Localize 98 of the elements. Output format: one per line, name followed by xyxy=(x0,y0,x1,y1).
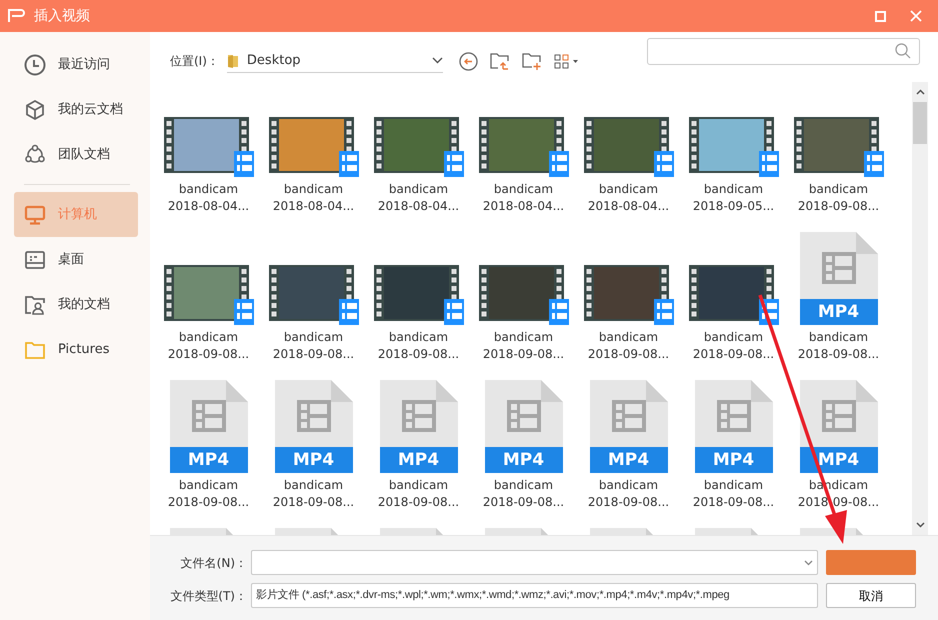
video-thumbnail[interactable] xyxy=(268,263,358,325)
file-date: 2018-09-08... xyxy=(168,494,250,511)
video-thumbnail[interactable] xyxy=(374,115,464,177)
back-icon[interactable] xyxy=(458,52,478,70)
user-folder-icon xyxy=(24,294,46,316)
file-name: bandicam xyxy=(388,181,448,198)
file-date: 2018-09-08... xyxy=(692,346,774,363)
folder-icon xyxy=(226,53,239,68)
scrollbar[interactable] xyxy=(912,82,928,535)
file-name: bandicam xyxy=(598,181,658,198)
chevron-down-icon xyxy=(804,560,813,566)
mp4-file-icon[interactable]: MP4 xyxy=(694,380,772,473)
file-date: 2018-09-08... xyxy=(482,494,564,511)
file-date: 2018-09-08... xyxy=(798,198,880,215)
window-title: 插入视频 xyxy=(34,6,90,26)
file-name: bandicam xyxy=(178,329,238,346)
video-thumbnail[interactable] xyxy=(584,263,674,325)
file-date: 2018-09-08... xyxy=(272,494,354,511)
file-date: 2018-08-04... xyxy=(378,198,460,215)
video-thumbnail[interactable] xyxy=(688,263,778,325)
cube-icon xyxy=(24,98,46,120)
file-date: 2018-09-08... xyxy=(482,346,564,363)
file-date: 2018-09-08... xyxy=(798,346,880,363)
file-date: 2018-09-08... xyxy=(588,346,670,363)
video-thumbnail[interactable] xyxy=(688,115,778,177)
file-name: bandicam xyxy=(284,181,344,198)
file-date: 2018-09-08... xyxy=(588,494,670,511)
file-date: 2018-08-04... xyxy=(272,198,354,215)
filetype-label: 文件类型(T)： xyxy=(169,588,247,604)
mp4-file-icon[interactable]: MP4 xyxy=(800,380,878,473)
mp4-file-icon[interactable]: MP4 xyxy=(274,380,352,473)
file-date: 2018-09-08... xyxy=(378,346,460,363)
file-name: bandicam xyxy=(808,329,868,346)
sidebar-item[interactable]: 团队文档 xyxy=(14,132,138,177)
mp4-file-icon[interactable]: MP4 xyxy=(380,380,458,473)
scroll-up-icon[interactable] xyxy=(916,89,924,95)
file-date: 2018-09-08... xyxy=(692,494,774,511)
file-name: bandicam xyxy=(494,477,554,494)
filename-label: 文件名(N)： xyxy=(180,554,247,572)
mp4-file-icon[interactable]: MP4 xyxy=(800,232,878,325)
file-date: 2018-09-08... xyxy=(378,494,460,511)
file-name: bandicam xyxy=(178,181,238,198)
file-name: bandicam xyxy=(388,329,448,346)
video-thumbnail[interactable] xyxy=(478,115,568,177)
file-name: bandicam xyxy=(494,181,554,198)
sidebar-item[interactable]: 最近访问 xyxy=(14,42,138,87)
mp4-file-icon[interactable]: MP4 xyxy=(170,380,248,473)
file-date: 2018-08-04... xyxy=(588,198,670,215)
location-label: 位置(I)： xyxy=(170,53,219,70)
file-name: bandicam xyxy=(598,329,658,346)
cancel-button[interactable]: 取消 xyxy=(826,583,916,608)
view-grid-icon[interactable] xyxy=(554,54,580,68)
mp4-file-icon[interactable]: MP4 xyxy=(484,380,562,473)
app-logo-icon xyxy=(8,9,26,23)
close-icon[interactable] xyxy=(910,10,922,22)
file-name: bandicam xyxy=(704,329,764,346)
scroll-down-icon[interactable] xyxy=(916,522,924,528)
filetype-dropdown[interactable]: 影片文件 (*.asf;*.asx;*.dvr-ms;*.wpl;*.wm;*.wmx;*.wmd;*.wmz;*.avi;*.mov;*.mp4;*.m4v;*.mp4v;*.mpeg xyxy=(251,583,818,608)
video-thumbnail[interactable] xyxy=(268,115,358,177)
file-name: bandicam xyxy=(178,477,238,494)
sidebar-item[interactable]: 我的文档 xyxy=(14,282,138,327)
video-thumbnail[interactable] xyxy=(794,115,884,177)
file-date: 2018-08-04... xyxy=(482,198,564,215)
video-thumbnail[interactable] xyxy=(164,263,254,325)
chevron-down-icon xyxy=(432,57,443,64)
clock-icon xyxy=(24,54,46,76)
file-name: bandicam xyxy=(704,181,764,198)
file-date: 2018-08-04... xyxy=(168,198,250,215)
video-thumbnail[interactable] xyxy=(374,263,464,325)
maximize-icon[interactable] xyxy=(875,10,886,22)
sidebar-item[interactable]: Pictures xyxy=(14,327,138,372)
folder-up-icon[interactable] xyxy=(490,52,510,70)
file-date: 2018-09-08... xyxy=(168,346,250,363)
sidebar-item[interactable]: 桌面 xyxy=(14,237,138,282)
search-field[interactable] xyxy=(647,38,920,64)
mp4-file-icon[interactable]: MP4 xyxy=(590,380,668,473)
file-name: bandicam xyxy=(284,477,344,494)
team-icon xyxy=(24,144,46,166)
video-thumbnail[interactable] xyxy=(584,115,674,177)
search-icon xyxy=(895,43,911,59)
file-date: 2018-09-05... xyxy=(692,198,774,215)
sidebar-item[interactable]: 我的云文档 xyxy=(14,87,138,132)
file-name: bandicam xyxy=(388,477,448,494)
file-name: bandicam xyxy=(284,329,344,346)
location-dropdown[interactable]: Desktop xyxy=(226,49,443,73)
scrollbar-thumb[interactable] xyxy=(913,102,927,144)
video-thumbnail[interactable] xyxy=(164,115,254,177)
file-name: bandicam xyxy=(808,181,868,198)
video-thumbnail[interactable] xyxy=(478,263,568,325)
new-folder-icon[interactable] xyxy=(522,52,542,70)
filename-field[interactable] xyxy=(251,550,818,575)
file-name: bandicam xyxy=(704,477,764,494)
monitor-icon xyxy=(24,204,46,226)
file-date: 2018-09-08... xyxy=(272,346,354,363)
folder-icon xyxy=(24,340,46,360)
file-name: bandicam xyxy=(494,329,554,346)
desktop-icon xyxy=(24,248,46,270)
file-name: bandicam xyxy=(598,477,658,494)
